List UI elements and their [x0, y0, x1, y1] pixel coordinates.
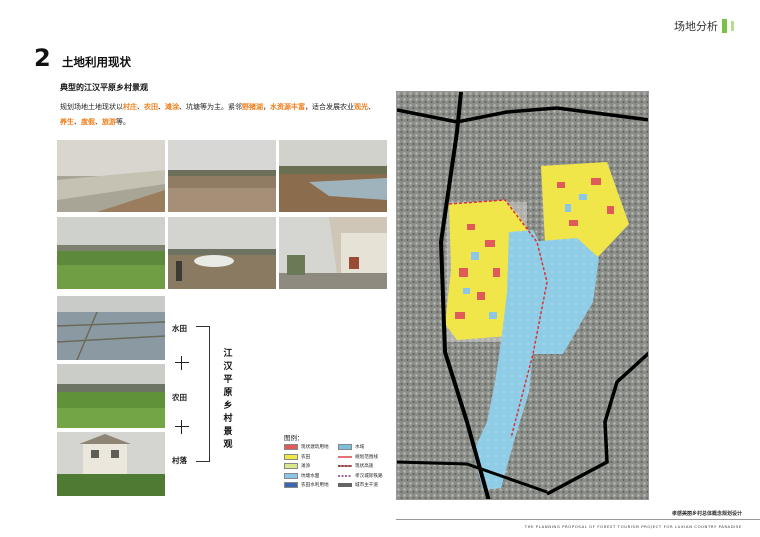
- legend-swatch: [338, 483, 352, 487]
- plus-icon: [175, 356, 189, 370]
- highlight-keyword: 养生: [60, 118, 74, 126]
- plus-icon: [175, 420, 189, 434]
- description-text: 、: [158, 103, 165, 111]
- photo-village-house: [57, 432, 165, 496]
- highlight-keyword: 农田: [144, 103, 158, 111]
- description-text: ，: [263, 103, 270, 111]
- legend-label: 滩涂: [301, 464, 311, 469]
- legend-label: 坑塘水面: [301, 473, 320, 479]
- vertical-title-char: 观: [223, 440, 233, 450]
- legend-item: 城市主干道: [338, 482, 396, 488]
- description-text: 规划场地土地现状以: [60, 103, 123, 111]
- vertical-title-char: 江: [223, 349, 233, 359]
- legend-grid: 现状建筑用地 水域农田 规划范围线滩涂 现状高速坑塘水面 孝汉城际铁路农田水利用地 城市主…: [284, 444, 392, 488]
- legend-item: 滩涂: [284, 463, 338, 469]
- legend-swatch: [338, 474, 352, 477]
- legend-swatch: [284, 453, 298, 460]
- description-text: ，适合发展农业: [305, 103, 354, 111]
- land-use-map: [396, 91, 649, 500]
- legend-label: 孝汉城际铁路: [355, 473, 383, 479]
- section-title: 土地利用现状: [62, 55, 131, 69]
- legend-item: 现状高速: [338, 463, 396, 469]
- legend-item: 现状建筑用地: [284, 444, 338, 450]
- photo-dry-field: [168, 140, 276, 212]
- photo-pond: [279, 140, 387, 212]
- legend-item: 农田: [284, 453, 338, 460]
- legend-item: 农田水利用地: [284, 482, 338, 488]
- label-farmland: 农田: [172, 393, 187, 402]
- description-text: 、: [137, 103, 144, 111]
- label-village: 村落: [172, 456, 187, 465]
- highlight-keyword: 滩涂: [165, 103, 179, 111]
- vertical-title-char: 村: [223, 414, 233, 424]
- vertical-title-char: 汉: [223, 362, 233, 372]
- photo-greenhouse: [168, 217, 276, 289]
- subtitle: 典型的江汉平原乡村景观: [60, 83, 148, 92]
- tag-accent-bar-light: [731, 21, 734, 31]
- tag-accent-bar: [722, 19, 727, 33]
- photo-green-field: [57, 217, 165, 289]
- photo-farmland: [57, 364, 165, 428]
- section-tag: 场地分析: [674, 18, 734, 34]
- legend-swatch: [338, 455, 352, 458]
- vertical-title-char: 原: [223, 388, 233, 398]
- legend-label: 现状建筑用地: [301, 445, 329, 450]
- description-text: 、: [95, 118, 102, 126]
- description-text: 、: [74, 118, 81, 126]
- footer-title: 孝感美丽乡村总体概念规划设计: [671, 511, 742, 517]
- description-text: 等。: [116, 118, 130, 126]
- legend-label: 农田水利用地: [301, 483, 329, 488]
- vertical-title-char: 平: [223, 375, 233, 385]
- legend-item: 坑塘水面: [284, 472, 338, 479]
- legend-label: 规划范围线: [355, 454, 378, 460]
- legend-swatch: [284, 444, 298, 450]
- vertical-title-char: 景: [223, 427, 233, 437]
- description-text: 、坑塘等为主。紧邻: [179, 103, 242, 111]
- highlight-keyword: 旅游: [102, 118, 116, 126]
- photo-lakeshore-embankment: [57, 140, 165, 212]
- section-tag-label: 场地分析: [674, 20, 718, 33]
- legend-swatch: [284, 482, 298, 488]
- photo-paddy-field: [57, 296, 165, 360]
- legend-swatch: [338, 465, 352, 467]
- highlight-keyword: 观光: [354, 103, 368, 111]
- bracket-line: [196, 326, 210, 462]
- photo-village-street: [279, 217, 387, 289]
- highlight-keyword: 度假: [81, 118, 95, 126]
- legend-item: 孝汉城际铁路: [338, 473, 396, 479]
- legend-swatch: [284, 472, 298, 479]
- footer-divider: [396, 519, 760, 520]
- section-number: 2: [34, 44, 51, 72]
- legend-label: 现状高速: [355, 464, 374, 469]
- vertical-title: 江汉平原乡村景观: [222, 348, 234, 452]
- legend-label: 水域: [355, 445, 365, 450]
- vertical-title-char: 乡: [223, 401, 233, 411]
- highlight-keyword: 野猪湖: [242, 103, 263, 111]
- label-paddy: 水田: [172, 324, 187, 333]
- highlight-keyword: 水资源丰富: [270, 103, 305, 111]
- legend-swatch: [338, 444, 352, 450]
- description-text: 、: [368, 103, 375, 111]
- legend-label: 城市主干道: [355, 483, 378, 488]
- legend-item: 规划范围线: [338, 454, 396, 460]
- legend-swatch: [284, 463, 298, 469]
- map-legend: 图例： 现状建筑用地 水域农田 规划范围线滩涂 现状高速坑塘水面 孝汉城际铁路农田水利用…: [284, 432, 392, 488]
- footer-subtitle: THE PLANNING PROPOSAL OF FOREST TOURISM …: [524, 524, 742, 529]
- description-paragraph: 规划场地土地现状以村庄、农田、滩涂、坑塘等为主。紧邻野猪湖，水资源丰富，适合发展…: [60, 100, 378, 130]
- highlight-keyword: 村庄: [123, 103, 137, 111]
- legend-title: 图例：: [284, 434, 304, 442]
- legend-label: 农田: [301, 454, 311, 460]
- legend-item: 水域: [338, 444, 396, 450]
